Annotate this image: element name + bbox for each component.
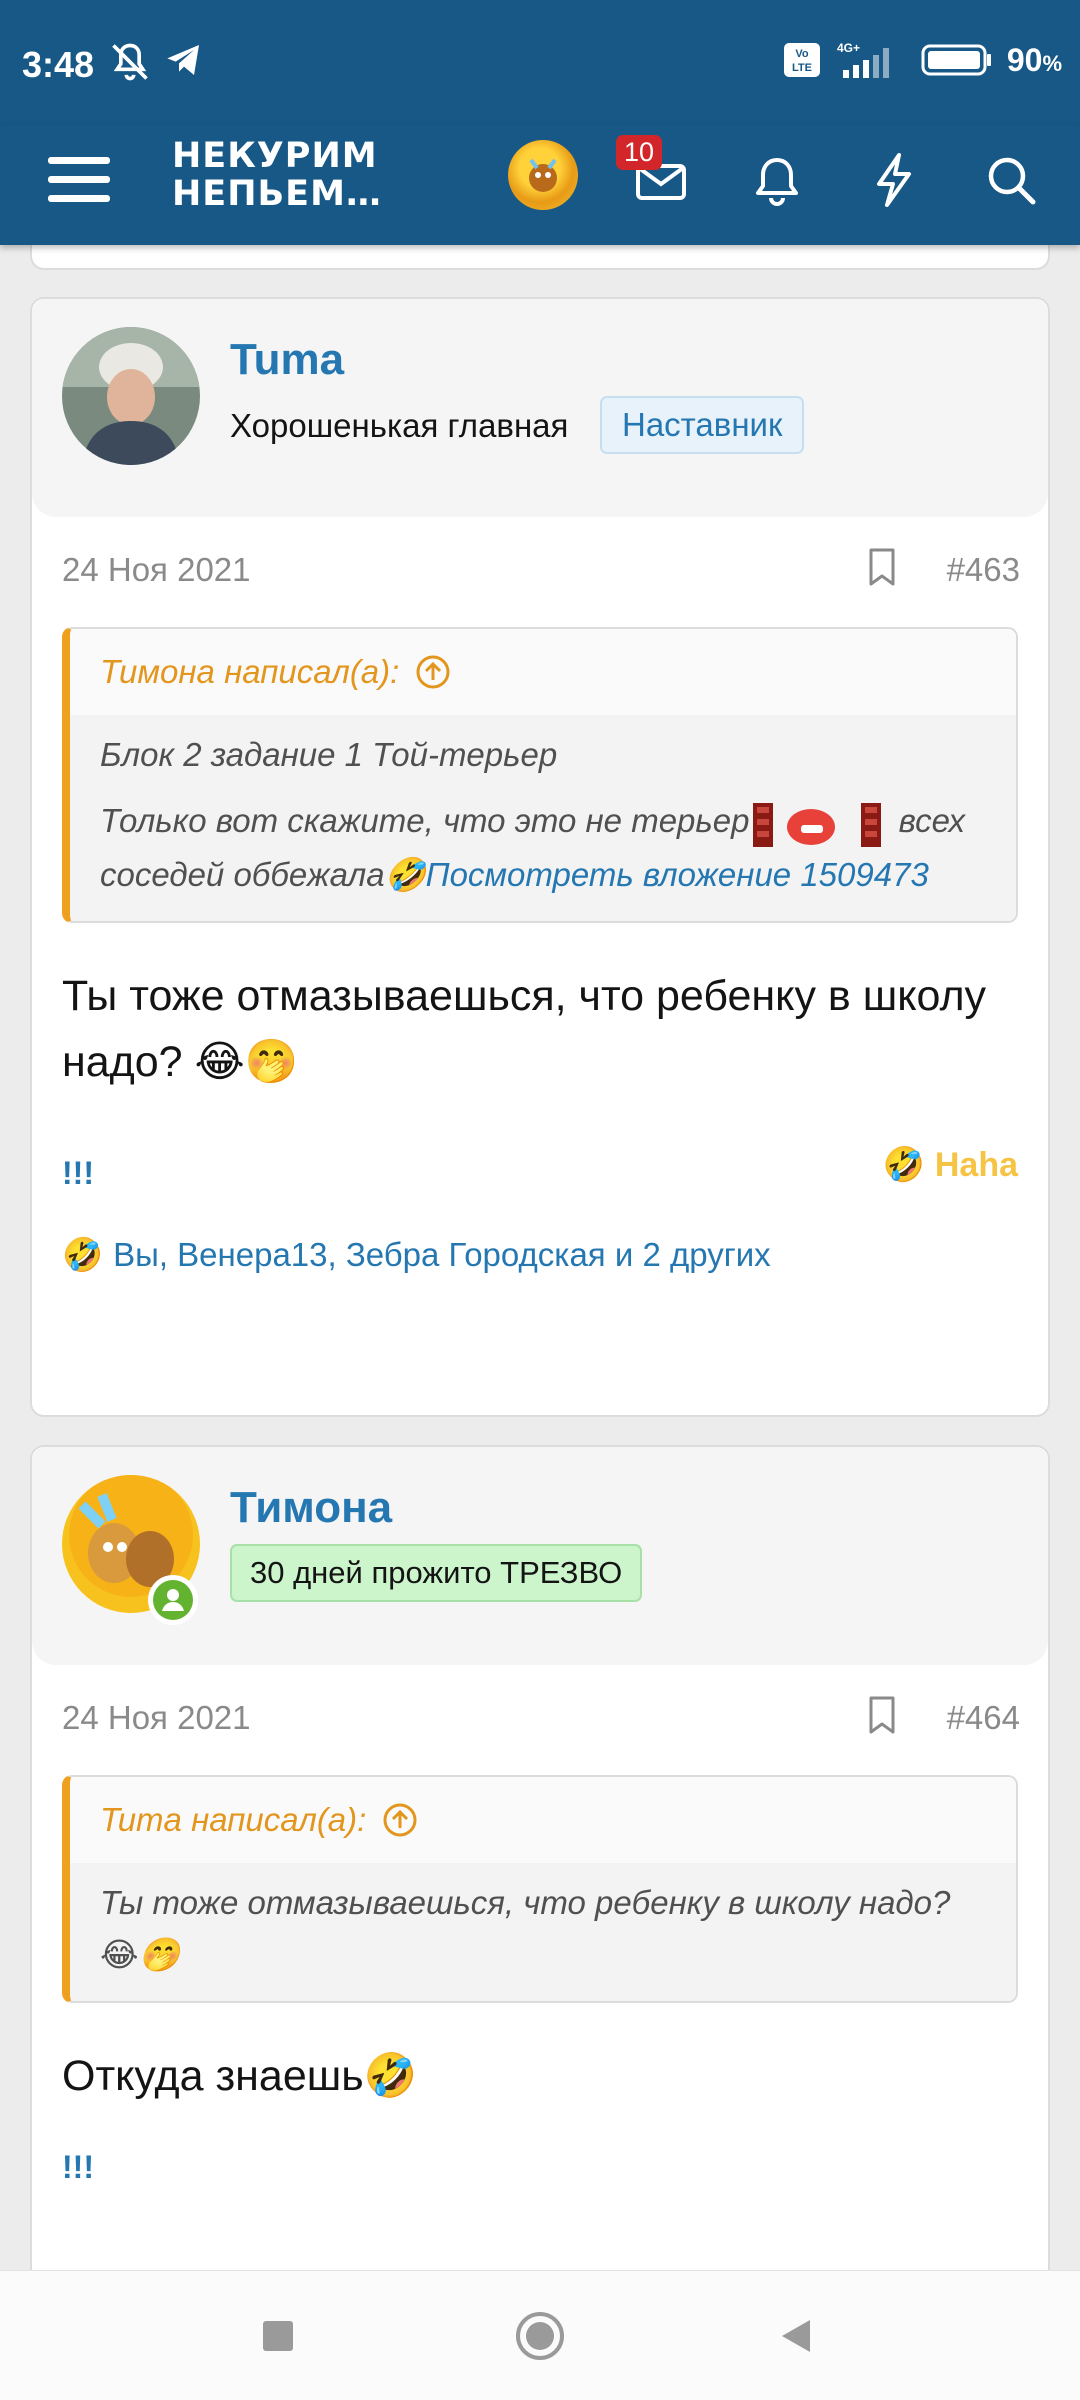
lightning-icon — [877, 153, 911, 207]
quote-line: Ты тоже отмазываешься, что ребенку в шко… — [100, 1884, 951, 1974]
quote-body: Ты тоже отмазываешься, что ребенку в шко… — [70, 1863, 1016, 2001]
messages-badge: 10 — [616, 135, 663, 170]
post-date[interactable]: 24 Ноя 2021 — [62, 551, 251, 589]
bell-muted-icon — [112, 43, 148, 81]
bell-icon — [756, 158, 798, 206]
post-text: Откуда знаешь🤣 — [62, 2051, 418, 2101]
user-photo-icon — [62, 327, 200, 465]
previous-post-edge — [30, 245, 1050, 270]
avatar[interactable] — [62, 327, 200, 465]
battery-percent: 90% — [1006, 41, 1062, 78]
post-number[interactable]: #464 — [947, 1699, 1020, 1737]
running-emoji-icon — [753, 803, 882, 848]
post-464: Тимона 30 дней прожито ТРЕЗВО 24 Ноя 202… — [30, 1445, 1050, 2270]
post-number[interactable]: #463 — [947, 551, 1020, 589]
telegram-icon — [167, 45, 199, 75]
app-header: НЕКУРИМ НЕПЬЕМ… 10 — [0, 125, 1080, 245]
quote-line: Только вот скажите, что это не терьер вс… — [100, 795, 986, 901]
quote-block: Тимона написал(а): Блок 2 задание 1 Той-… — [62, 627, 1018, 924]
quote-block: Tuma написал(а): Ты тоже отмазываешься, … — [62, 1775, 1018, 2003]
svg-text:4G+: 4G+ — [837, 41, 860, 55]
post-username[interactable]: Тимона — [230, 1483, 392, 1533]
laughing-emoji-icon: 🤣 — [384, 855, 426, 895]
reactions-list[interactable]: 🤣 Вы, Венера13, Зебра Городская и 2 друг… — [62, 1235, 771, 1275]
post-meta: 24 Ноя 2021 #463 — [32, 517, 1048, 627]
rofl-emoji-icon: 🤣 — [363, 2051, 418, 2101]
avatar-lion-icon — [529, 158, 557, 192]
post-463: Tuma Хорошенькая главная Наставник 24 Но… — [30, 297, 1050, 1417]
rofl-emoji-icon: 🤣 — [62, 1235, 104, 1275]
post-username[interactable]: Tuma — [230, 335, 344, 385]
quote-body: Блок 2 задание 1 Той-терьер Только вот с… — [70, 715, 1016, 922]
svg-text:LTE: LTE — [792, 62, 812, 74]
system-nav-bar — [0, 2270, 1080, 2400]
arrow-up-circle-icon[interactable] — [415, 654, 451, 690]
search-icon — [988, 157, 1036, 205]
home-button[interactable] — [510, 2306, 570, 2366]
post-text: Ты тоже отмазываешься, что ребенку в шко… — [62, 972, 987, 1088]
report-link[interactable]: !!! — [62, 2149, 94, 2186]
post-meta: 24 Ноя 2021 #464 — [32, 1665, 1048, 1775]
user-title: Хорошенькая главная — [230, 407, 569, 444]
svg-text:Vo: Vo — [795, 48, 809, 60]
emoji: 😂🤭 — [100, 1935, 180, 1974]
home-circle-icon — [516, 2312, 564, 2360]
battery-icon — [921, 44, 991, 76]
recents-button[interactable] — [248, 2306, 308, 2366]
sober-badge: 30 дней прожито ТРЕЗВО — [230, 1544, 643, 1602]
avatar[interactable] — [508, 140, 578, 210]
arrow-up-circle-icon[interactable] — [382, 1802, 418, 1838]
online-status-icon — [148, 1575, 198, 1625]
report-link[interactable]: !!! — [62, 1155, 94, 1192]
post-author-block: Tuma Хорошенькая главная Наставник — [32, 299, 1048, 517]
search-button[interactable] — [972, 141, 1050, 219]
bookmark-icon[interactable] — [864, 547, 900, 587]
alerts-button[interactable] — [738, 141, 816, 219]
back-button[interactable] — [766, 2306, 826, 2366]
emoji: 😂🤭 — [194, 1037, 299, 1088]
whats-new-button[interactable] — [854, 141, 932, 219]
menu-icon[interactable] — [46, 147, 112, 213]
bookmark-icon[interactable] — [864, 1695, 900, 1735]
square-icon — [263, 2321, 293, 2351]
quote-line: Блок 2 задание 1 Той-терьер — [100, 736, 558, 773]
post-date[interactable]: 24 Ноя 2021 — [62, 1699, 251, 1737]
post-actions: !!! 🤣 Haha 🤣 Вы, Венера13, Зебра Городск… — [32, 1115, 1048, 1274]
role-badge: Наставник — [600, 396, 805, 454]
status-time: 3:48 — [22, 44, 95, 85]
volte-icon: Vo LTE — [783, 43, 820, 77]
haha-reaction-button[interactable]: 🤣 Haha — [883, 1145, 1018, 1185]
thread-content: Tuma Хорошенькая главная Наставник 24 Но… — [0, 245, 1080, 2270]
quote-author[interactable]: Tuma написал(а): — [70, 1777, 1016, 1863]
site-logo[interactable]: НЕКУРИМ НЕПЬЕМ… — [172, 137, 382, 213]
post-actions: !!! — [32, 2109, 1048, 2219]
quote-author[interactable]: Тимона написал(а): — [70, 629, 1016, 715]
back-triangle-icon — [782, 2320, 810, 2352]
status-bar: 3:48 Vo LTE 4G+ 90% — [0, 0, 1080, 125]
signal-icon: 4G+ — [837, 41, 889, 78]
post-author-block: Тимона 30 дней прожито ТРЕЗВО — [32, 1447, 1048, 1665]
rofl-emoji-icon: 🤣 — [882, 1145, 925, 1186]
view-attachment-link[interactable]: Посмотреть вложение 1509473 — [426, 856, 929, 893]
